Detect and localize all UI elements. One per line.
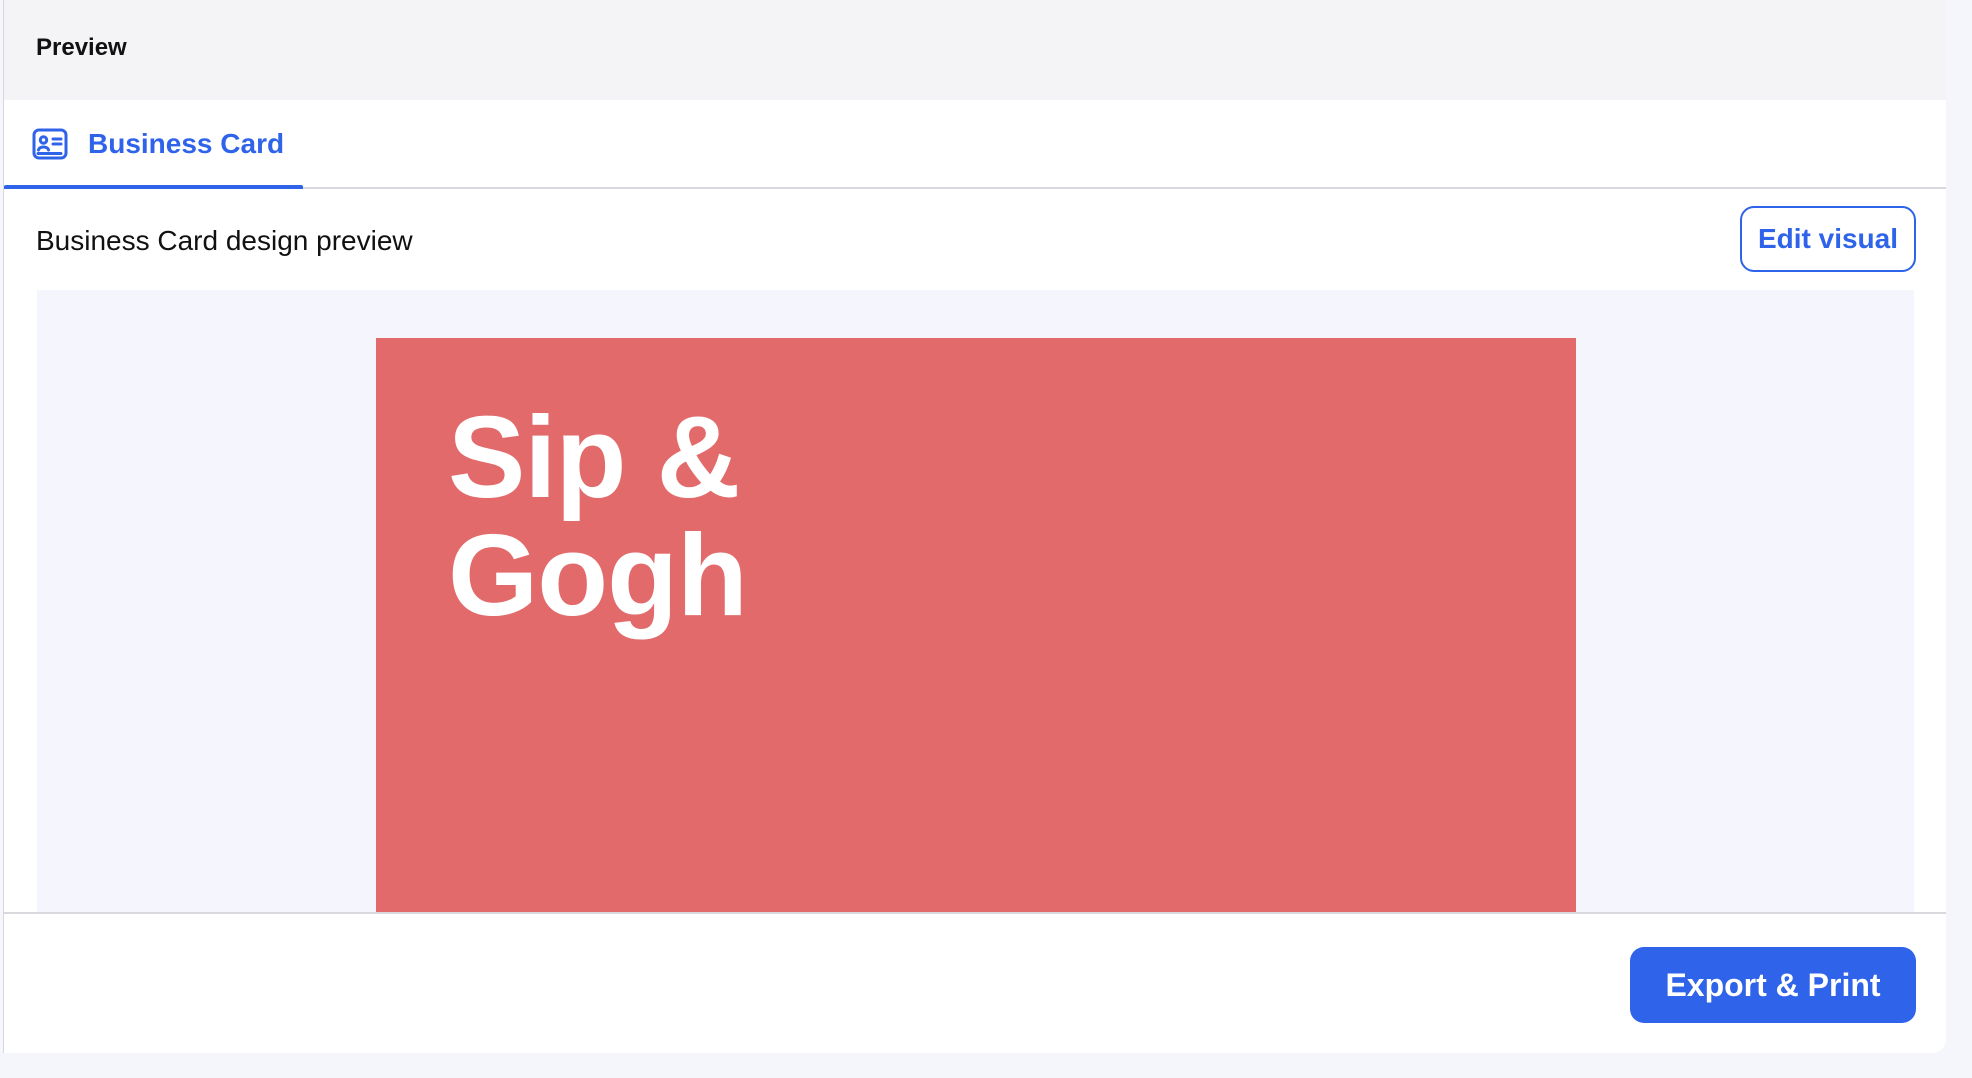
section-header: Business Card design preview Edit visual (4, 189, 1946, 290)
panel-footer: Export & Print (4, 912, 1946, 1053)
tab-label: Business Card (88, 127, 285, 159)
business-card-preview[interactable]: Sip & Gogh (376, 338, 1576, 912)
card-title-line-1: Sip & (448, 392, 740, 522)
panel-header: Preview (4, 0, 1946, 100)
export-print-button[interactable]: Export & Print (1630, 947, 1916, 1023)
design-preview-area: Sip & Gogh (37, 290, 1914, 912)
preview-panel: Preview Business Card Business Card desi… (3, 0, 1946, 1053)
section-title: Business Card design preview (36, 225, 413, 256)
card-title: Sip & Gogh (448, 392, 748, 640)
edit-visual-button[interactable]: Edit visual (1740, 206, 1916, 272)
panel-title: Preview (36, 34, 127, 61)
tab-bar: Business Card (4, 100, 1946, 189)
tab-business-card[interactable]: Business Card (4, 100, 303, 189)
id-card-icon (32, 128, 68, 160)
card-title-line-2: Gogh (448, 510, 748, 640)
